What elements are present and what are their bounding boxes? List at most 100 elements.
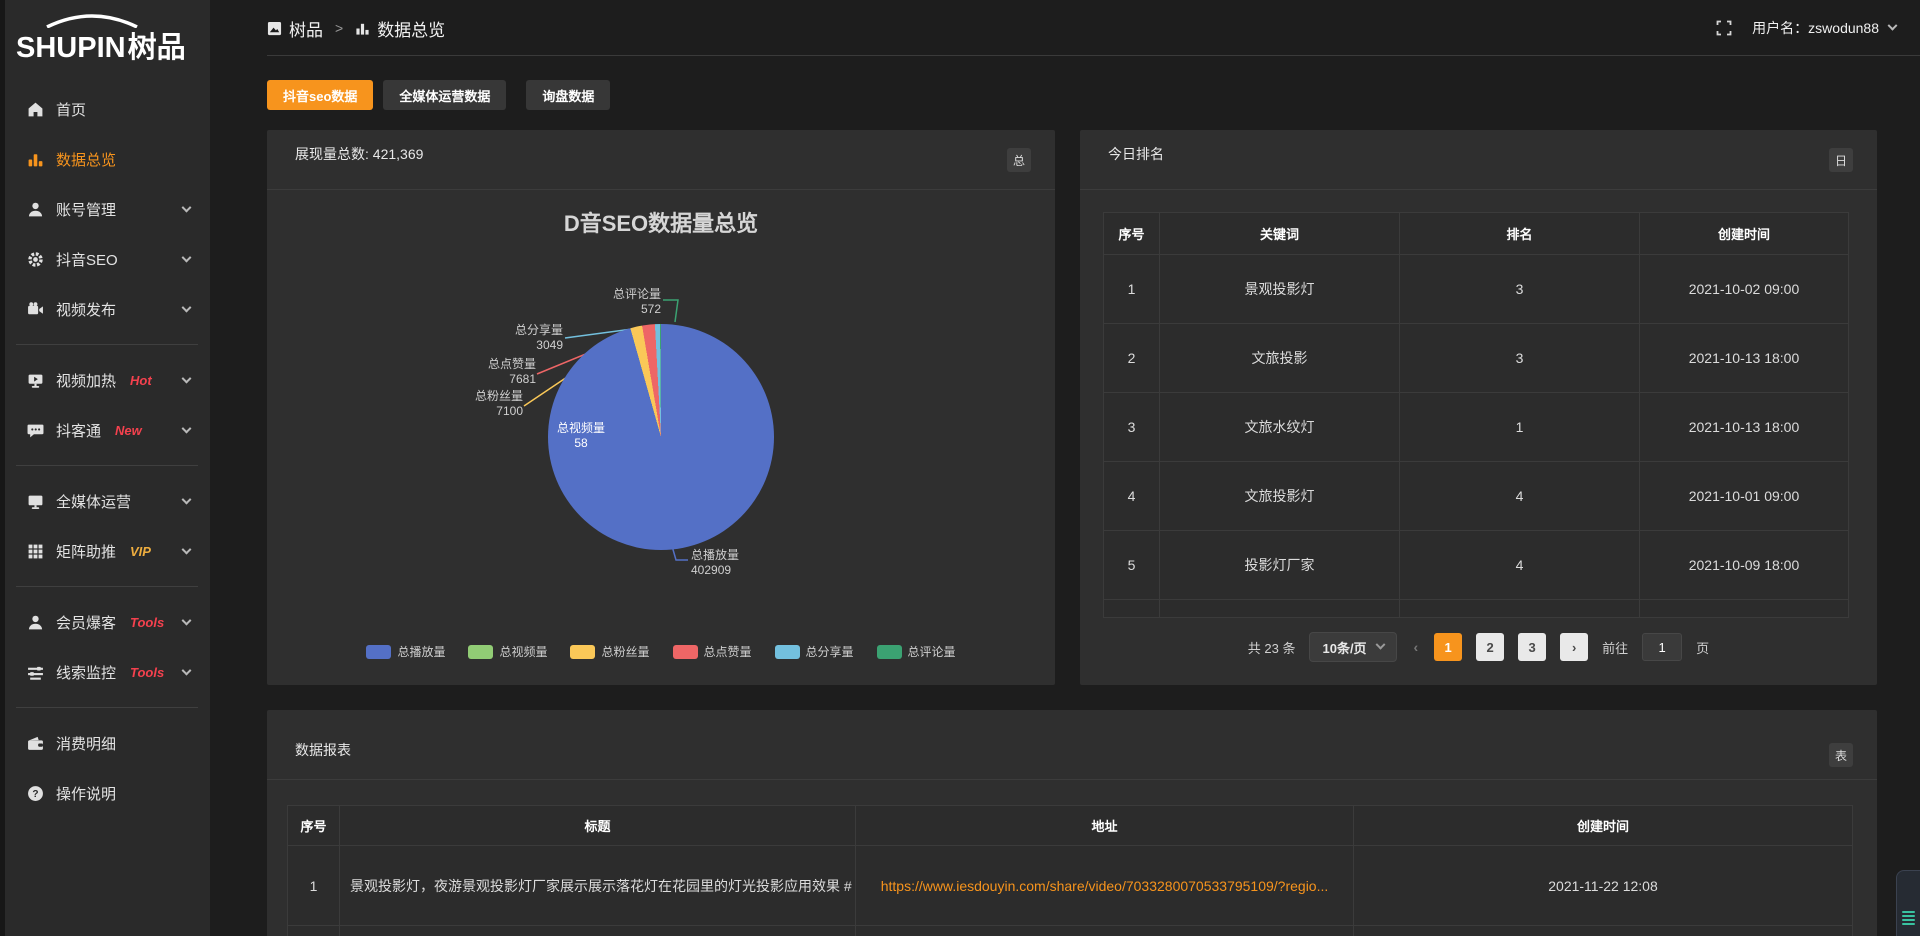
video-link[interactable]: https://www.iesdouyin.com/share/video/70… — [881, 878, 1329, 894]
user-label: 用户名：zswodun88 — [1752, 18, 1879, 38]
pie-label-shares: 总分享量3049 — [515, 323, 563, 353]
legend-item[interactable]: 总点赞量 — [673, 643, 752, 660]
person-icon — [26, 613, 44, 631]
sidebar-item-member-baoke[interactable]: 会员爆客 Tools — [0, 597, 210, 647]
sidebar-item-label: 操作说明 — [56, 783, 116, 804]
logo: SHUPIN树品 — [0, 8, 210, 66]
sidebar-item-all-media[interactable]: 全媒体运营 — [0, 476, 210, 526]
sidebar-item-consumption[interactable]: 消费明细 — [0, 718, 210, 768]
pie-label-fans: 总粉丝量7100 — [475, 389, 523, 419]
tab-douyin-seo[interactable]: 抖音seo数据 — [267, 80, 373, 110]
tab-inquiry[interactable]: 询盘数据 — [526, 80, 610, 110]
page-button-3[interactable]: 3 — [1518, 633, 1546, 661]
logo-text-en: SHUPIN — [16, 32, 126, 64]
chevron-down-icon — [182, 253, 192, 263]
sidebar-item-label: 矩阵助推 — [56, 541, 116, 562]
user-menu[interactable]: 用户名：zswodun88 — [1752, 18, 1896, 38]
page-button-2[interactable]: 2 — [1476, 633, 1504, 661]
question-circle-icon: ? — [26, 784, 44, 802]
tab-all-media[interactable]: 全媒体运营数据 — [383, 80, 506, 110]
sidebar-item-label: 视频加热 — [56, 370, 116, 391]
sidebar-item-account[interactable]: 账号管理 — [0, 184, 210, 234]
pie-chart: D音SEO数据量总览 总评论量572 总分享量3049 总点赞量7681 — [267, 190, 1055, 684]
sidebar-item-label: 消费明细 — [56, 733, 116, 754]
panel-title: 展现量总数: 421,369 — [295, 144, 423, 164]
sidebar-item-label: 抖音SEO — [56, 249, 118, 270]
main-content: 抖音seo数据 全媒体运营数据 询盘数据 展现量总数: 421,369 总 D音… — [210, 0, 1920, 936]
col-url: 地址 — [856, 806, 1354, 846]
chevron-down-icon — [1375, 639, 1385, 649]
breadcrumb: 树品 > 数据总览 — [267, 16, 445, 41]
sidebar-item-label: 抖客通 — [56, 420, 101, 441]
sidebar-item-label: 全媒体运营 — [56, 491, 131, 512]
table-badge[interactable]: 表 — [1829, 743, 1853, 767]
ranking-table: 序号 关键词 排名 创建时间 1景观投影灯32021-10-02 09:00 2… — [1103, 212, 1849, 618]
table-row: 1 景观投影灯，夜游景观投影灯厂家展示展示落花灯在花园里的灯光投影应用效果 # … — [288, 846, 1853, 926]
chevron-down-icon — [182, 203, 192, 213]
legend-item[interactable]: 总分享量 — [775, 643, 854, 660]
pie-label-videos: 总视频量58 — [552, 421, 610, 451]
report-table: 序号 标题 地址 创建时间 1 景观投影灯，夜游景观投影灯厂家展示展示落花灯在花… — [287, 805, 1853, 936]
home-icon — [26, 100, 44, 118]
sidebar-item-matrix-boost[interactable]: 矩阵助推 VIP — [0, 526, 210, 576]
screen-play-icon — [26, 371, 44, 389]
vip-badge: VIP — [130, 544, 151, 559]
breadcrumb-item[interactable]: 树品 — [289, 16, 323, 41]
sidebar-item-home[interactable]: 首页 — [0, 84, 210, 134]
col-time: 创建时间 — [1640, 213, 1849, 255]
sidebar-item-doukingtong[interactable]: 抖客通 New — [0, 405, 210, 455]
data-tabs: 抖音seo数据 全媒体运营数据 询盘数据 — [267, 80, 1877, 110]
svg-text:?: ? — [32, 789, 38, 800]
sidebar-item-label: 视频发布 — [56, 299, 116, 320]
sidebar-item-help[interactable]: ? 操作说明 — [0, 768, 210, 818]
chevron-down-icon — [182, 616, 192, 626]
sidebar-item-video-publish[interactable]: 视频发布 — [0, 284, 210, 334]
floating-service-widget[interactable] — [1896, 870, 1920, 936]
goto-page-input[interactable] — [1642, 633, 1682, 661]
breadcrumb-separator: > — [335, 20, 343, 36]
monitor-icon — [26, 492, 44, 510]
chat-bubble-icon — [26, 421, 44, 439]
sidebar-item-douyin-seo[interactable]: 抖音SEO — [0, 234, 210, 284]
panel-header: 今日排名 日 — [1080, 130, 1877, 190]
menu-divider — [16, 344, 198, 345]
chevron-down-icon — [182, 374, 192, 384]
topbar-right: 用户名：zswodun88 — [1716, 18, 1896, 38]
prev-page-button[interactable]: ‹ — [1411, 639, 1420, 655]
sidebar-item-video-heat[interactable]: 视频加热 Hot — [0, 355, 210, 405]
breadcrumb-item[interactable]: 数据总览 — [377, 16, 445, 41]
fullscreen-icon[interactable] — [1716, 20, 1732, 36]
wallet-icon — [26, 734, 44, 752]
day-badge[interactable]: 日 — [1829, 148, 1853, 172]
next-page-button[interactable]: › — [1560, 633, 1588, 661]
col-index: 序号 — [1104, 213, 1160, 255]
legend-swatch — [366, 645, 391, 659]
legend-item[interactable]: 总视频量 — [468, 643, 547, 660]
tools-badge: Tools — [130, 615, 164, 630]
page-size-select[interactable]: 10条/页 — [1309, 632, 1397, 662]
sidebar-item-clue-monitor[interactable]: 线索监控 Tools — [0, 647, 210, 697]
legend-item[interactable]: 总粉丝量 — [570, 643, 649, 660]
table-row: 2文旅投影32021-10-13 18:00 — [1104, 324, 1849, 393]
sliders-icon — [26, 663, 44, 681]
logo-text-cn: 树品 — [128, 32, 186, 64]
sidebar-item-data-overview[interactable]: 数据总览 — [0, 134, 210, 184]
legend-item[interactable]: 总评论量 — [877, 643, 956, 660]
table-header-row: 序号 标题 地址 创建时间 — [288, 806, 1853, 846]
new-badge: New — [115, 423, 142, 438]
hot-badge: Hot — [130, 373, 152, 388]
tools-badge: Tools — [130, 665, 164, 680]
chevron-down-icon — [182, 545, 192, 555]
legend-item[interactable]: 总播放量 — [366, 643, 445, 660]
pagination: 共 23 条 10条/页 ‹ 1 2 3 › 前往 页 — [1080, 631, 1877, 663]
total-badge[interactable]: 总 — [1007, 148, 1031, 172]
pie-label-comments: 总评论量572 — [613, 287, 661, 317]
panel-header: 数据报表 表 — [267, 710, 1877, 780]
page-button-1[interactable]: 1 — [1434, 633, 1462, 661]
coins-icon — [1902, 911, 1915, 927]
sidebar-item-label: 会员爆客 — [56, 612, 116, 633]
table-header-row: 序号 关键词 排名 创建时间 — [1104, 213, 1849, 255]
col-index: 序号 — [288, 806, 340, 846]
logo-arc — [44, 14, 140, 28]
table-row: 5投影灯厂家42021-10-09 18:00 — [1104, 531, 1849, 600]
